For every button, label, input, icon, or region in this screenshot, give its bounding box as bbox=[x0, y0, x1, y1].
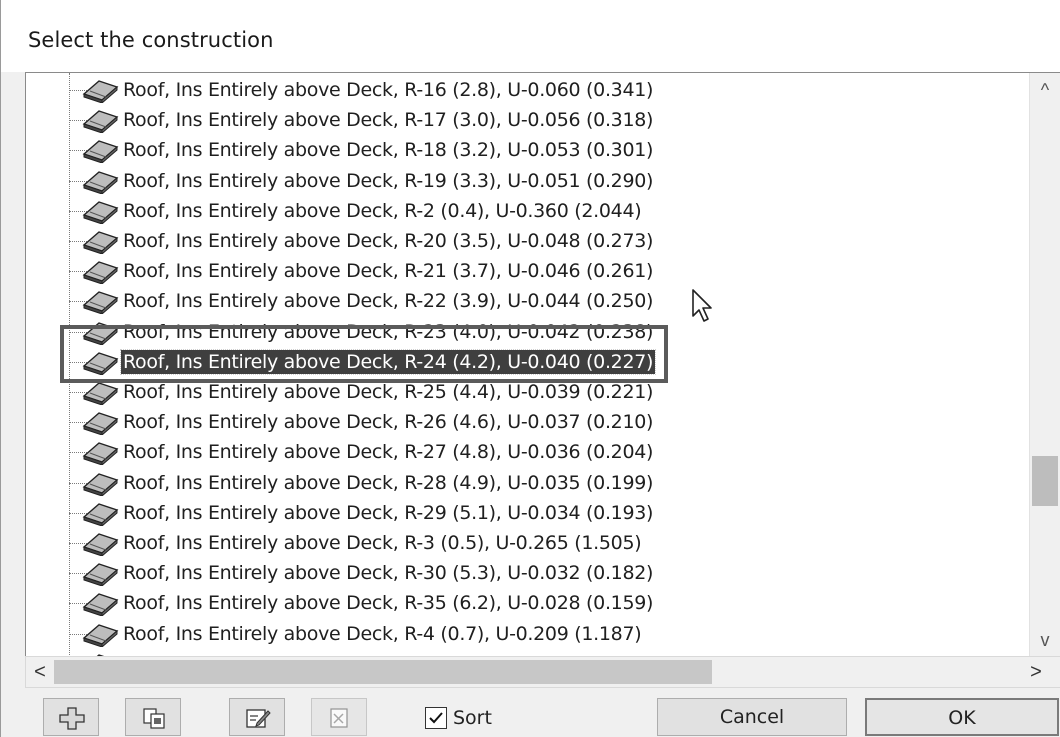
construction-layer-icon bbox=[82, 77, 122, 105]
construction-layer-icon bbox=[82, 500, 122, 527]
sort-checkbox-box[interactable] bbox=[425, 707, 447, 729]
tree-item-label: Roof, Ins Entirely above Deck, R-27 (4.8… bbox=[123, 441, 654, 464]
construction-layer-icon bbox=[82, 409, 122, 437]
plus-icon bbox=[59, 707, 85, 730]
tree-item-label: Roof, Ins Entirely above Deck, R-3 (0.5)… bbox=[123, 532, 642, 554]
mouse-cursor-icon bbox=[692, 289, 712, 322]
construction-layer-icon bbox=[82, 439, 122, 467]
construction-layer-icon bbox=[82, 258, 122, 286]
tree-item[interactable]: Roof, Ins Entirely above Deck, R-27 (4.8… bbox=[26, 437, 1026, 467]
copy-icon bbox=[143, 708, 165, 729]
tree-item[interactable]: Roof, Ins Entirely above Deck, R-30 (5.3… bbox=[26, 558, 1026, 588]
scroll-up-button[interactable]: ^ bbox=[1030, 75, 1060, 105]
construction-layer-icon bbox=[82, 137, 122, 165]
construction-layer-icon bbox=[82, 560, 122, 588]
sort-label: Sort bbox=[453, 707, 492, 729]
vertical-scrollbar[interactable]: ^ v bbox=[1029, 73, 1060, 657]
tree-item-label: Roof, Ins Entirely above Deck, R-29 (5.1… bbox=[123, 501, 654, 524]
construction-layer-icon bbox=[82, 530, 122, 558]
edit-icon bbox=[246, 709, 271, 728]
tree-item-label: Roof, Ins Entirely above Deck, R-26 (4.6… bbox=[123, 411, 654, 434]
dialog-title: Select the construction bbox=[28, 28, 274, 52]
delete-icon bbox=[330, 708, 348, 728]
construction-layer-icon bbox=[82, 228, 122, 256]
tree-item-label: Roof, Ins Entirely above Deck, R-35 (6.2… bbox=[123, 592, 654, 615]
construction-layer-icon bbox=[82, 621, 122, 648]
construction-layer-icon bbox=[82, 168, 122, 195]
tree-item-label: Roof, Ins Entirely above Deck, R-25 (4.4… bbox=[123, 381, 654, 403]
tree-item-label: Roof, Ins Entirely above Deck, R-17 (3.0… bbox=[123, 109, 654, 132]
ok-button[interactable]: OK bbox=[865, 698, 1059, 736]
tree-item-label: Roof, Ins Entirely above Deck, R-21 (3.7… bbox=[123, 260, 654, 283]
construction-dialog: Select the construction Roof, Ins Entire… bbox=[0, 0, 1060, 737]
tree-item[interactable]: Roof, Ins Entirely above Deck, R-16 (2.8… bbox=[26, 75, 1026, 105]
tree-item[interactable]: Roof, Ins Entirely above Deck, R-20 (3.5… bbox=[26, 226, 1026, 256]
tree-item-label: Roof, Ins Entirely above Deck, R-18 (3.2… bbox=[123, 139, 654, 162]
tree-item[interactable]: Roof, Ins Entirely above Deck, R-17 (3.0… bbox=[26, 105, 1026, 135]
highlight-box bbox=[60, 325, 668, 383]
horizontal-scroll-thumb[interactable] bbox=[54, 660, 712, 684]
tree-item[interactable]: Roof, Ins Entirely above Deck, R-2 (0.4)… bbox=[26, 196, 1026, 226]
tree-item-label: Roof, Ins Entirely above Deck, R-16 (2.8… bbox=[123, 79, 654, 101]
horizontal-scrollbar[interactable]: < > bbox=[25, 656, 1060, 688]
construction-tree[interactable]: Roof, Ins Entirely above Deck, R-16 (2.8… bbox=[25, 72, 1060, 658]
delete-button[interactable] bbox=[311, 698, 367, 736]
title-bar: Select the construction bbox=[1, 0, 1060, 72]
tree-item-label: Roof, Ins Entirely above Deck, R-19 (3.3… bbox=[123, 169, 654, 192]
tree-item[interactable]: Roof, Ins Entirely above Deck, R-35 (6.2… bbox=[26, 588, 1026, 618]
tree-item[interactable]: Roof, Ins Entirely above Deck, R-3 (0.5)… bbox=[26, 528, 1026, 558]
scroll-right-button[interactable]: > bbox=[1022, 657, 1050, 687]
tree-item[interactable]: Roof, Ins Entirely above Deck, R-21 (3.7… bbox=[26, 256, 1026, 286]
tree-item-label: Roof, Ins Entirely above Deck, R-2 (0.4)… bbox=[123, 199, 642, 222]
construction-layer-icon bbox=[82, 198, 122, 225]
add-button[interactable] bbox=[43, 698, 99, 736]
edit-button[interactable] bbox=[229, 698, 285, 736]
scroll-left-button[interactable]: < bbox=[26, 657, 54, 687]
scroll-down-button[interactable]: v bbox=[1030, 625, 1060, 655]
tree-item[interactable]: Roof, Ins Entirely above Deck, R-19 (3.3… bbox=[26, 166, 1026, 196]
copy-button[interactable] bbox=[125, 698, 181, 736]
tree-item-label: Roof, Ins Entirely above Deck, R-28 (4.9… bbox=[123, 471, 654, 494]
tree-item-label: Roof, Ins Entirely above Deck, R-22 (3.9… bbox=[123, 290, 654, 313]
tree-item-label: Roof, Ins Entirely above Deck, R-4 (0.7)… bbox=[123, 622, 642, 645]
construction-layer-icon bbox=[82, 107, 122, 135]
construction-layer-icon bbox=[82, 470, 122, 497]
tree-item[interactable]: Roof, Ins Entirely above Deck, R-28 (4.9… bbox=[26, 468, 1026, 498]
tree-item[interactable]: Roof, Ins Entirely above Deck, R-29 (5.1… bbox=[26, 498, 1026, 528]
checkmark-icon bbox=[429, 712, 443, 724]
tree-item-label: Roof, Ins Entirely above Deck, R-20 (3.5… bbox=[123, 230, 654, 252]
tree-item-label: Roof, Ins Entirely above Deck, R-30 (5.3… bbox=[123, 562, 654, 585]
construction-layer-icon bbox=[82, 288, 122, 316]
tree-item[interactable]: Roof, Ins Entirely above Deck, R-18 (3.2… bbox=[26, 135, 1026, 165]
tree-item[interactable]: Roof, Ins Entirely above Deck, R-26 (4.6… bbox=[26, 407, 1026, 437]
cancel-button[interactable]: Cancel bbox=[657, 698, 847, 736]
tree-item[interactable]: Roof, Ins Entirely above Deck, R-22 (3.9… bbox=[26, 286, 1026, 316]
vertical-scroll-thumb[interactable] bbox=[1032, 456, 1058, 506]
construction-layer-icon bbox=[82, 590, 122, 618]
tree-item[interactable]: Roof, Ins Entirely above Deck, R-4 (0.7)… bbox=[26, 619, 1026, 649]
